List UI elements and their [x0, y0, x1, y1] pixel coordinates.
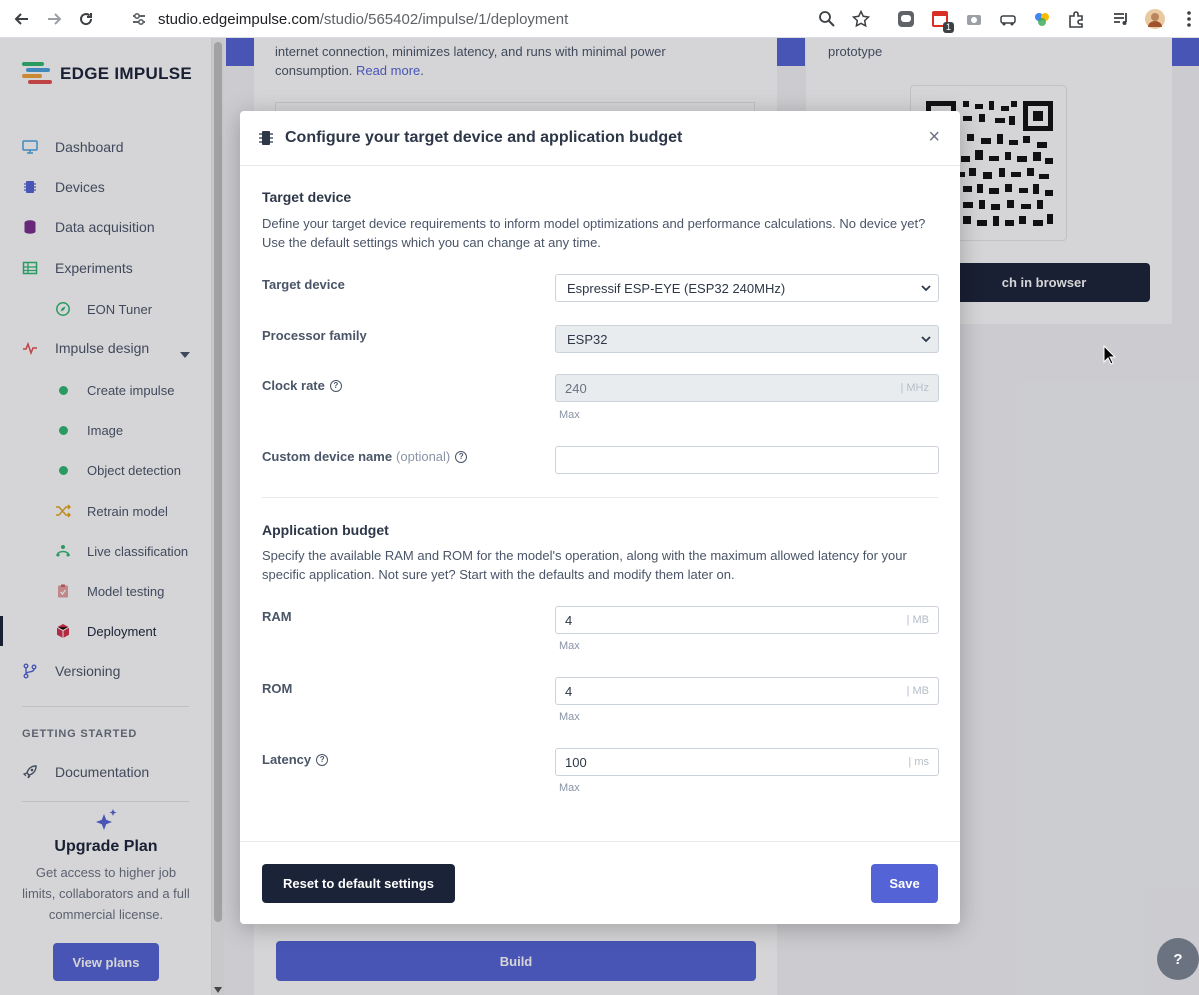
rom-unit: | MB — [906, 685, 929, 697]
site-settings-icon[interactable] — [130, 10, 148, 28]
back-icon[interactable] — [12, 9, 32, 29]
help-circle-icon[interactable]: ? — [329, 379, 342, 392]
configure-device-modal: Configure your target device and applica… — [240, 111, 960, 924]
reset-defaults-button[interactable]: Reset to default settings — [262, 864, 455, 903]
close-icon[interactable]: × — [928, 127, 940, 147]
profile-avatar[interactable] — [1145, 9, 1165, 29]
processor-family-value: ESP32 — [567, 331, 608, 347]
latency-label-text: Latency — [262, 752, 312, 767]
target-device-description: Define your target device requirements t… — [262, 216, 926, 250]
modal-header: Configure your target device and applica… — [240, 111, 960, 166]
url-path: /studio/565402/impulse/1/deployment — [319, 10, 569, 28]
latency-value: 100 — [565, 754, 587, 770]
rom-label: ROM — [262, 681, 292, 696]
media-controls-icon[interactable] — [1111, 9, 1131, 29]
browser-toolbar: studio.edgeimpulse.com/studio/565402/imp… — [0, 0, 1199, 38]
extension-chat-icon[interactable] — [896, 9, 916, 29]
extensions-puzzle-icon[interactable] — [1066, 9, 1086, 29]
clock-rate-input[interactable]: 240 | MHz — [555, 374, 939, 402]
target-device-select[interactable]: Espressif ESP-EYE (ESP32 240MHz) — [555, 274, 939, 302]
help-circle-icon[interactable]: ? — [316, 753, 329, 766]
latency-label: Latency? — [262, 752, 329, 767]
ram-label-text: RAM — [262, 609, 292, 624]
extension-calendar-icon[interactable]: 1 — [930, 9, 954, 33]
target-device-heading: Target device — [262, 189, 352, 205]
rom-input[interactable]: 4 | MB — [555, 677, 939, 705]
url-text: studio.edgeimpulse.com/studio/565402/imp… — [158, 11, 568, 28]
extension-car-icon[interactable] — [998, 9, 1018, 29]
modal-title: Configure your target device and applica… — [285, 129, 683, 146]
mouse-cursor-icon — [1103, 345, 1117, 365]
ram-value: 4 — [565, 612, 573, 628]
application-budget-description: Specify the available RAM and ROM for th… — [262, 548, 907, 582]
clock-rate-unit: | MHz — [900, 382, 929, 394]
chevron-down-icon — [921, 285, 931, 292]
ram-label: RAM — [262, 609, 292, 624]
zoom-icon[interactable] — [817, 9, 837, 29]
ram-hint: Max — [559, 640, 580, 652]
help-circle-icon[interactable]: ? — [455, 450, 468, 463]
address-bar[interactable]: studio.edgeimpulse.com/studio/565402/imp… — [120, 4, 860, 34]
custom-device-name-label-text: Custom device name — [262, 449, 393, 464]
clock-rate-label: Clock rate? — [262, 378, 342, 393]
reload-icon[interactable] — [76, 9, 96, 29]
browser-menu-icon[interactable] — [1179, 9, 1199, 29]
target-device-value: Espressif ESP-EYE (ESP32 240MHz) — [567, 280, 786, 296]
rom-hint: Max — [559, 711, 580, 723]
processor-family-label-text: Processor family — [262, 328, 367, 343]
optional-tag: (optional) — [396, 449, 451, 464]
clock-rate-label-text: Clock rate — [262, 378, 325, 393]
custom-device-name-label: Custom device name (optional)? — [262, 449, 468, 464]
latency-input[interactable]: 100 | ms — [555, 748, 939, 776]
custom-device-name-input[interactable] — [555, 446, 939, 474]
extension-badge: 1 — [942, 22, 954, 33]
latency-hint: Max — [559, 782, 580, 794]
url-host: studio.edgeimpulse.com — [158, 10, 320, 28]
target-device-label-text: Target device — [262, 277, 345, 292]
extension-colorful-icon[interactable] — [1032, 9, 1052, 29]
processor-family-select[interactable]: ESP32 — [555, 325, 939, 353]
rom-value: 4 — [565, 683, 573, 699]
chip-icon — [259, 131, 273, 145]
processor-family-label: Processor family — [262, 328, 367, 343]
clock-rate-value: 240 — [565, 380, 587, 396]
application-budget-heading: Application budget — [262, 522, 389, 538]
ram-input[interactable]: 4 | MB — [555, 606, 939, 634]
bookmark-star-icon[interactable] — [851, 9, 871, 29]
latency-unit: | ms — [908, 756, 929, 768]
forward-icon[interactable] — [44, 9, 64, 29]
extension-camera-icon[interactable] — [964, 9, 984, 29]
help-button[interactable]: ? — [1157, 938, 1199, 980]
modal-footer: Reset to default settings Save — [240, 841, 960, 924]
section-divider — [262, 497, 938, 498]
rom-label-text: ROM — [262, 681, 293, 696]
clock-rate-hint: Max — [559, 409, 580, 421]
target-device-label: Target device — [262, 277, 345, 292]
chevron-down-icon — [921, 336, 931, 343]
save-button[interactable]: Save — [871, 864, 938, 903]
ram-unit: | MB — [906, 614, 929, 626]
